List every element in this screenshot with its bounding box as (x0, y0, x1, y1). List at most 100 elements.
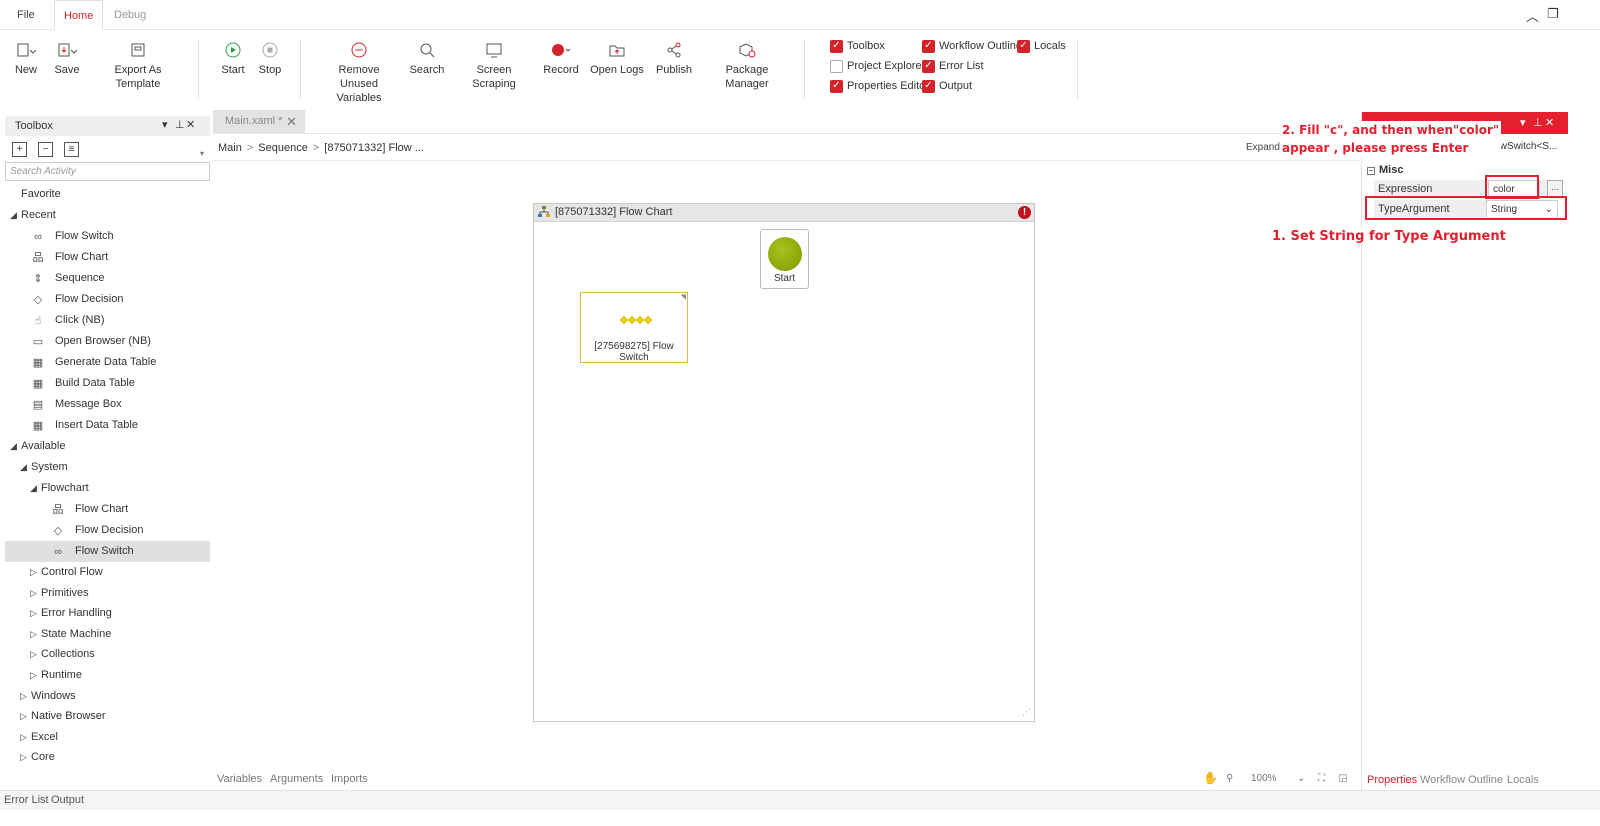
start-node[interactable]: Start (760, 229, 809, 289)
pin-icon[interactable]: ⊥ (175, 118, 185, 131)
toggle-toolbox[interactable]: ✓ Toolbox (830, 39, 885, 53)
imports-tab[interactable]: Imports (331, 773, 368, 785)
stop-button[interactable]: Stop (256, 39, 284, 77)
search-activity-input[interactable]: Search Activity (5, 162, 210, 181)
zoom-dropdown-icon[interactable]: ⌄ (1297, 773, 1305, 784)
close-icon[interactable]: ✕ (186, 118, 195, 131)
tab-file[interactable]: File (8, 0, 44, 30)
collapse-ribbon-icon[interactable]: ︿ (1526, 6, 1539, 25)
toolbox-item[interactable]: ▷ Collections (5, 644, 210, 665)
fit-to-screen-icon[interactable]: ⛶ (1318, 773, 1325, 784)
tab-home[interactable]: Home (54, 0, 104, 30)
collapsed-arrow-icon[interactable]: ▷ (30, 624, 40, 645)
expanded-arrow-icon[interactable]: ◢ (20, 457, 30, 478)
window-layout-icon[interactable]: ❐ (1547, 6, 1559, 22)
collapsed-arrow-icon[interactable]: ▷ (30, 562, 40, 583)
open-logs-button[interactable]: Open Logs (590, 39, 644, 77)
toolbox-item[interactable]: ⇕ Sequence (5, 268, 210, 289)
toolbox-item[interactable]: ▷ Error Handling (5, 603, 210, 624)
tab-locals[interactable]: Locals (1507, 774, 1539, 786)
dropdown-icon[interactable]: ▾ (162, 118, 168, 131)
toggle-error-list[interactable]: ✓ Error List (922, 59, 984, 73)
start-button[interactable]: Start (218, 39, 248, 77)
list-view-icon[interactable]: ≡ (64, 142, 79, 157)
toolbox-item[interactable]: ▷ Windows (5, 686, 210, 707)
flow-switch-node[interactable]: ◥ [275698275] Flow Switch (580, 292, 688, 363)
toggle-workflow-outline[interactable]: ✓ Workflow Outline (922, 39, 1022, 53)
collapsed-arrow-icon[interactable]: ▷ (20, 706, 30, 727)
collapse-all-icon[interactable]: − (38, 142, 53, 157)
toolbox-item[interactable]: 品 Flow Chart (5, 247, 210, 268)
expanded-arrow-icon[interactable]: ◢ (30, 478, 40, 499)
collapsed-arrow-icon[interactable]: ▷ (20, 686, 30, 707)
record-button[interactable]: Record (542, 39, 580, 77)
toolbox-item[interactable]: ◢ System (5, 457, 210, 478)
save-button[interactable]: Save (52, 39, 82, 77)
collapsed-arrow-icon[interactable]: ▷ (20, 747, 30, 768)
toolbox-item[interactable]: Favorite (5, 184, 210, 205)
breadcrumb-main[interactable]: Main (218, 142, 242, 154)
toggle-locals[interactable]: ✓ Locals (1017, 39, 1066, 53)
new-button[interactable]: New (10, 39, 42, 77)
pin-icon[interactable]: ⊥ (1533, 116, 1543, 129)
toolbox-item[interactable]: ▷ Core (5, 747, 210, 768)
tab-debug[interactable]: Debug (105, 0, 155, 30)
screen-scraping-button[interactable]: Screen Scraping (456, 39, 532, 91)
breadcrumb-sequence[interactable]: Sequence (258, 142, 308, 154)
toolbox-item[interactable]: ▤ Message Box (5, 394, 210, 415)
toolbox-item[interactable]: ▷ Native Browser (5, 706, 210, 727)
tab-main-xaml[interactable]: Main.xaml * ✕ (213, 110, 305, 133)
toolbox-item[interactable]: ◇ Flow Decision (5, 289, 210, 310)
arguments-tab[interactable]: Arguments (270, 773, 323, 785)
toolbox-item[interactable]: ▦ Insert Data Table (5, 415, 210, 436)
dropdown-icon[interactable]: ▾ (1520, 116, 1526, 129)
pan-hand-icon[interactable]: ✋ (1203, 771, 1218, 785)
publish-button[interactable]: Publish (654, 39, 694, 77)
resize-grip-icon[interactable]: ⋰ (1022, 707, 1031, 718)
collapse-icon[interactable]: − (1367, 167, 1375, 175)
toolbox-item[interactable]: ▦ Build Data Table (5, 373, 210, 394)
close-icon[interactable]: ✕ (1545, 116, 1554, 129)
toggle-output[interactable]: ✓ Output (922, 79, 972, 93)
flowchart-container[interactable]: [875071332] Flow Chart ! Start ◥ [275698… (533, 203, 1035, 722)
toolbox-item[interactable]: ▷ Runtime (5, 665, 210, 686)
expanded-arrow-icon[interactable]: ◢ (10, 205, 20, 226)
toolbox-item[interactable]: ∞ Flow Switch (5, 226, 210, 247)
toolbox-item[interactable]: 品 Flow Chart (5, 499, 210, 520)
package-manager-button[interactable]: Package Manager (704, 39, 790, 91)
tab-properties[interactable]: Properties (1367, 774, 1417, 786)
toolbox-item[interactable]: ◇ Flow Decision (5, 520, 210, 541)
zoom-level[interactable]: 100% (1251, 773, 1277, 784)
variables-tab[interactable]: Variables (217, 773, 262, 785)
collapsed-arrow-icon[interactable]: ▷ (30, 583, 40, 604)
close-tab-icon[interactable]: ✕ (286, 110, 297, 133)
collapsed-arrow-icon[interactable]: ▷ (30, 644, 40, 665)
remove-unused-variables-button[interactable]: Remove Unused Variables (320, 39, 398, 105)
toolbox-item[interactable]: ☝ Click (NB) (5, 310, 210, 331)
export-template-button[interactable]: Export As Template (92, 39, 184, 91)
toolbox-item[interactable]: ▷ Primitives (5, 583, 210, 604)
toolbox-item[interactable]: ◢ Available (5, 436, 210, 457)
zoom-icon[interactable]: ⚲ (1226, 773, 1233, 784)
toolbox-item[interactable]: ∞ Flow Switch (5, 541, 210, 562)
error-icon[interactable]: ! (1018, 206, 1031, 219)
search-button[interactable]: Search (408, 39, 446, 77)
expand-all-icon[interactable]: + (12, 142, 27, 157)
error-list-tab[interactable]: Error List (4, 791, 49, 809)
toolbox-item[interactable]: ▦ Generate Data Table (5, 352, 210, 373)
misc-category[interactable]: − Misc (1367, 164, 1403, 176)
toolbox-item[interactable]: ▷ Excel (5, 727, 210, 748)
collapsed-arrow-icon[interactable]: ▷ (20, 727, 30, 748)
expanded-arrow-icon[interactable]: ◢ (10, 436, 20, 457)
output-tab[interactable]: Output (51, 791, 84, 809)
toolbox-item[interactable]: ▷ Control Flow (5, 562, 210, 583)
toggle-properties-editor[interactable]: ✓ Properties Editor (830, 79, 929, 93)
expression-editor-button[interactable]: ... (1547, 180, 1563, 197)
toggle-project-explorer[interactable]: Project Explorer (830, 59, 925, 73)
toolbox-item[interactable]: ▷ State Machine (5, 624, 210, 645)
collapsed-arrow-icon[interactable]: ▷ (30, 603, 40, 624)
tab-workflow-outline[interactable]: Workflow Outline (1420, 774, 1503, 786)
collapsed-arrow-icon[interactable]: ▷ (30, 665, 40, 686)
toolbox-item[interactable]: ◢ Recent (5, 205, 210, 226)
overview-map-icon[interactable]: ◲ (1338, 773, 1347, 784)
